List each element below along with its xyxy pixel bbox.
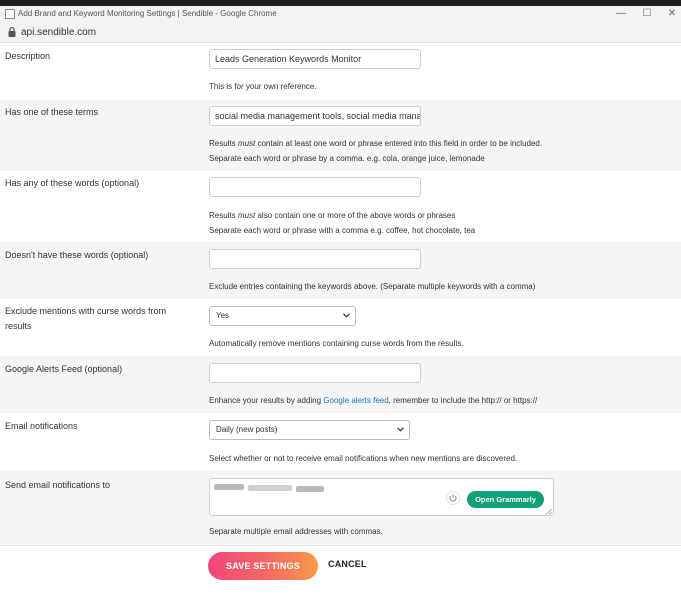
save-settings-button[interactable]: SAVE SETTINGS (208, 552, 318, 580)
window-title: Add Brand and Keyword Monitoring Setting… (18, 9, 277, 18)
maximize-button[interactable]: ☐ (638, 7, 656, 21)
google-alerts-row: Google Alerts Feed (optional) Enhance yo… (0, 356, 681, 413)
doesnt-have-row: Doesn't have these words (optional) Excl… (0, 242, 681, 299)
lock-icon (8, 26, 16, 37)
has-any-of-label: Has any of these words (optional) (5, 178, 140, 188)
open-grammarly-button[interactable]: Open Grammarly (467, 491, 544, 508)
has-any-of-help: Results must also contain one or more of… (209, 211, 456, 220)
close-button[interactable]: ✕ (663, 7, 681, 21)
address-bar[interactable]: api.sendible.com (0, 22, 681, 43)
curse-words-selected: Yes (216, 311, 230, 320)
page-favicon-icon (5, 9, 15, 19)
actions-divider (0, 545, 681, 546)
url-text: api.sendible.com (21, 27, 97, 38)
email-notifications-select[interactable]: Daily (new posts) (209, 420, 410, 440)
redacted-email (248, 485, 292, 491)
curse-words-select[interactable]: Yes (209, 306, 356, 326)
curse-words-label: Exclude mentions with curse words from re… (5, 306, 167, 331)
email-notifications-row: Email notifications Daily (new posts) Se… (0, 413, 681, 470)
send-to-label: Send email notifications to (5, 480, 111, 490)
has-any-of-row: Has any of these words (optional) Result… (0, 171, 681, 242)
google-alerts-link[interactable]: Google alerts feed (323, 396, 388, 405)
description-input[interactable]: Leads Generation Keywords Monitor (209, 49, 421, 69)
power-icon[interactable] (446, 491, 460, 505)
google-alerts-help: Enhance your results by adding Google al… (209, 396, 538, 405)
redacted-email (296, 486, 324, 492)
description-label: Description (5, 51, 51, 61)
doesnt-have-label: Doesn't have these words (optional) (5, 250, 149, 260)
page-bottom (0, 588, 681, 613)
email-notifications-help: Select whether or not to receive email n… (209, 454, 518, 463)
curse-words-row: Exclude mentions with curse words from re… (0, 299, 681, 356)
chevron-down-icon (343, 313, 350, 318)
title-bar: Add Brand and Keyword Monitoring Setting… (0, 6, 681, 22)
has-one-of-row: Has one of these terms social media mana… (0, 100, 681, 171)
redacted-email (214, 484, 244, 490)
has-one-of-input[interactable]: social media management tools, social me… (209, 106, 421, 126)
curse-words-help: Automatically remove mentions containing… (209, 339, 464, 348)
email-notifications-selected: Daily (new posts) (216, 425, 278, 434)
doesnt-have-help: Exclude entries containing the keywords … (209, 282, 536, 291)
chevron-down-icon (397, 427, 404, 432)
google-alerts-input[interactable] (209, 363, 421, 383)
has-one-of-help-2: Separate each word or phrase by a comma.… (209, 154, 485, 163)
send-to-help: Separate multiple email addresses with c… (209, 527, 383, 536)
has-any-of-input[interactable] (209, 177, 421, 197)
minimize-button[interactable]: — (612, 7, 630, 21)
email-notifications-label: Email notifications (5, 421, 78, 431)
google-alerts-label: Google Alerts Feed (optional) (5, 364, 123, 374)
resize-grip-icon[interactable] (545, 508, 552, 515)
has-one-of-help: Results must contain at least one word o… (209, 139, 543, 148)
has-one-of-label: Has one of these terms (5, 107, 99, 117)
has-any-of-help-2: Separate each word or phrase with a comm… (209, 226, 476, 235)
cancel-button[interactable]: CANCEL (328, 559, 367, 569)
description-help: This is for your own reference. (209, 82, 317, 91)
description-row: Description Leads Generation Keywords Mo… (0, 43, 681, 100)
doesnt-have-input[interactable] (209, 249, 421, 269)
